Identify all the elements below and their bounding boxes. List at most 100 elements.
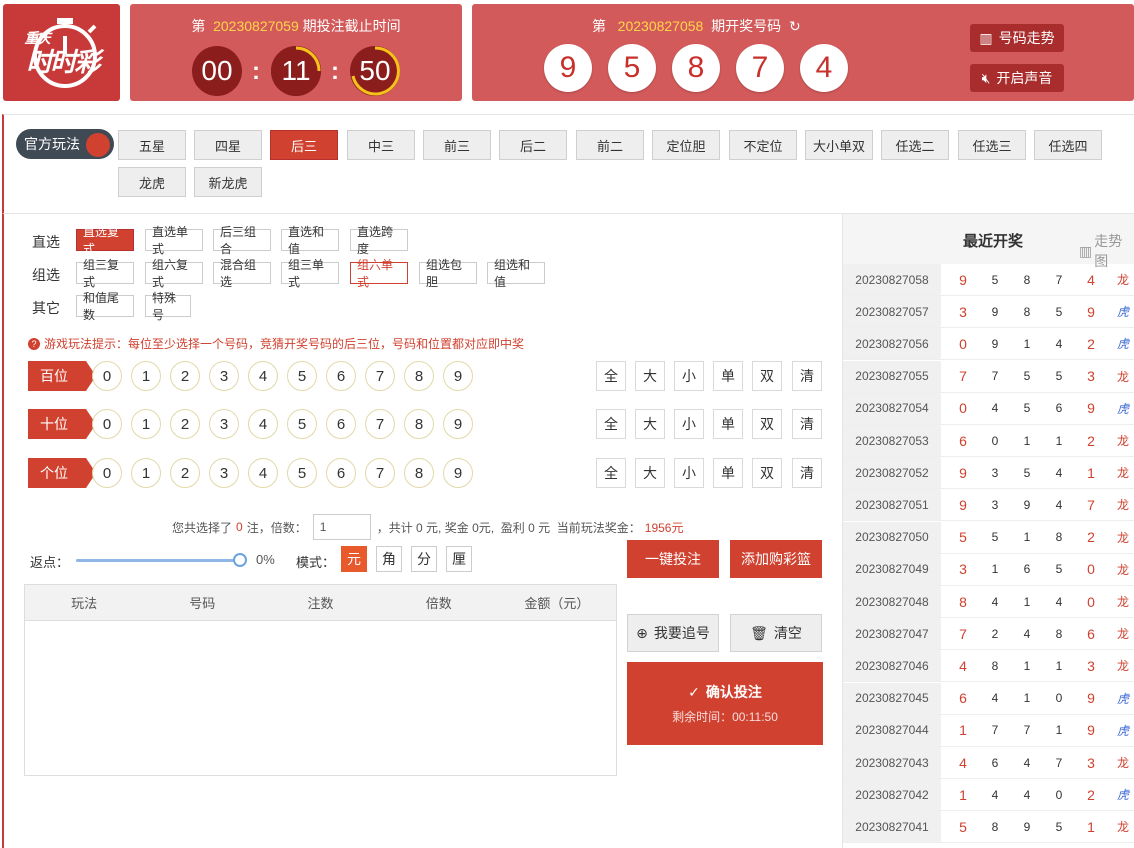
mode-button[interactable]: 角 [376, 546, 402, 572]
play-tab[interactable]: 后三 [270, 130, 338, 160]
subtype-tab[interactable]: 和值尾数 [76, 291, 134, 322]
play-tab[interactable]: 后二 [499, 130, 567, 160]
digit-ball[interactable]: 9 [443, 409, 473, 439]
rebate-slider-track[interactable] [76, 559, 242, 562]
digit-ball[interactable]: 5 [287, 361, 317, 391]
quick-select-button[interactable]: 双 [752, 361, 782, 391]
digit-ball[interactable]: 9 [443, 361, 473, 391]
digit-ball[interactable]: 7 [365, 458, 395, 488]
play-tab[interactable]: 定位胆 [652, 130, 720, 160]
digit-ball[interactable]: 2 [170, 361, 200, 391]
play-tab[interactable]: 前二 [576, 130, 644, 160]
digit-ball[interactable]: 2 [170, 409, 200, 439]
digit-ball[interactable]: 7 [365, 361, 395, 391]
digit-ball[interactable]: 8 [404, 458, 434, 488]
rebate-slider-handle[interactable] [233, 553, 247, 567]
digit-ball[interactable]: 8 [404, 361, 434, 391]
draw-number: 6 [959, 690, 967, 707]
quick-select-button[interactable]: 单 [713, 361, 743, 391]
quick-select-button[interactable]: 单 [713, 458, 743, 488]
digit-ball[interactable]: 2 [170, 458, 200, 488]
subtype-tab[interactable]: 组选包胆 [419, 258, 477, 289]
quick-select-button[interactable]: 小 [674, 458, 704, 488]
digit-ball[interactable]: 8 [404, 409, 434, 439]
clear-button[interactable]: 🗑︎ 清空 [730, 614, 822, 652]
subtype-tab[interactable]: 组选和值 [487, 258, 545, 289]
digit-ball[interactable]: 0 [92, 409, 122, 439]
multiplier-input[interactable]: 1 [312, 514, 371, 540]
refresh-icon[interactable]: ↻ [789, 18, 801, 34]
digit-ball[interactable]: 9 [443, 458, 473, 488]
quick-select-button[interactable]: 清 [792, 458, 822, 488]
subtype-tab[interactable]: 组三复式 [76, 258, 134, 289]
check-circle-icon: ✓ [688, 683, 700, 700]
play-tab[interactable]: 新龙虎 [194, 167, 262, 197]
quick-select-button[interactable]: 全 [596, 458, 626, 488]
confirm-bet-button[interactable]: ✓ 确认投注 剩余时间：00:11:50 [627, 662, 823, 745]
quick-select-button[interactable]: 大 [635, 361, 665, 391]
logo[interactable]: 重庆 时时彩 [3, 4, 120, 101]
digit-ball[interactable]: 0 [92, 458, 122, 488]
digit-ball[interactable]: 4 [248, 458, 278, 488]
subtype-tab[interactable]: 组三单式 [281, 258, 339, 289]
digit-ball[interactable]: 7 [365, 409, 395, 439]
add-to-cart-button[interactable]: 添加购彩篮 [730, 540, 822, 578]
subtype-tab[interactable]: 特殊号 [145, 291, 191, 322]
play-tab[interactable]: 任选四 [1034, 130, 1102, 160]
digit-ball[interactable]: 6 [326, 361, 356, 391]
play-tab[interactable]: 大小单双 [805, 130, 873, 160]
play-tab[interactable]: 不定位 [729, 130, 797, 160]
quick-select-button[interactable]: 清 [792, 409, 822, 439]
chase-number-button[interactable]: ⊕ 我要追号 [627, 614, 719, 652]
digit-ball[interactable]: 3 [209, 361, 239, 391]
quick-select-button[interactable]: 小 [674, 409, 704, 439]
digit-ball[interactable]: 0 [92, 361, 122, 391]
digit-ball[interactable]: 3 [209, 458, 239, 488]
quick-select-button[interactable]: 全 [596, 409, 626, 439]
subtype-tab[interactable]: 直选单式 [145, 225, 203, 256]
quick-select-button[interactable]: 大 [635, 409, 665, 439]
digit-ball[interactable]: 6 [326, 409, 356, 439]
digit-ball[interactable]: 4 [248, 409, 278, 439]
subtype-tab[interactable]: 直选和值 [281, 225, 339, 256]
play-tab[interactable]: 龙虎 [118, 167, 186, 197]
play-tab[interactable]: 前三 [423, 130, 491, 160]
one-click-bet-button[interactable]: 一键投注 [627, 540, 719, 578]
digit-ball[interactable]: 1 [131, 361, 161, 391]
subtype-tab[interactable]: 后三组合 [213, 225, 271, 256]
subtype-tab[interactable]: 混合组选 [213, 258, 271, 289]
sound-button[interactable]: 🔇︎ 开启声音 [970, 64, 1064, 92]
digit-ball[interactable]: 1 [131, 409, 161, 439]
subtype-tab[interactable]: 组六单式 [350, 258, 408, 289]
digit-ball[interactable]: 5 [287, 458, 317, 488]
quick-select-button[interactable]: 清 [792, 361, 822, 391]
quick-select-button[interactable]: 全 [596, 361, 626, 391]
digit-ball[interactable]: 6 [326, 458, 356, 488]
play-tab[interactable]: 五星 [118, 130, 186, 160]
digit-ball[interactable]: 5 [287, 409, 317, 439]
mode-button[interactable]: 厘 [446, 546, 472, 572]
draw-number: 0 [1087, 561, 1095, 578]
quick-select-button[interactable]: 大 [635, 458, 665, 488]
quick-select-button[interactable]: 双 [752, 409, 782, 439]
bar-chart-icon: ▥ [979, 29, 993, 46]
quick-select-button[interactable]: 小 [674, 361, 704, 391]
official-play-toggle[interactable]: 官方玩法 [16, 129, 114, 159]
digit-ball[interactable]: 4 [248, 361, 278, 391]
quick-select-button[interactable]: 双 [752, 458, 782, 488]
quick-select-button[interactable]: 单 [713, 409, 743, 439]
play-tab[interactable]: 中三 [347, 130, 415, 160]
mode-button[interactable]: 分 [411, 546, 437, 572]
play-tab[interactable]: 四星 [194, 130, 262, 160]
mode-button[interactable]: 元 [341, 546, 367, 572]
play-tab[interactable]: 任选三 [958, 130, 1026, 160]
subtype-tab[interactable]: 直选跨度 [350, 225, 408, 256]
trend-button[interactable]: ▥ 号码走势 [970, 24, 1064, 52]
subtype-tab[interactable]: 组六复式 [145, 258, 203, 289]
digit-ball[interactable]: 3 [209, 409, 239, 439]
digit-ball[interactable]: 1 [131, 458, 161, 488]
draw-number: 6 [991, 755, 999, 770]
play-tab[interactable]: 任选二 [881, 130, 949, 160]
subtype-tab[interactable]: 直选复式 [76, 225, 134, 256]
draw-number: 9 [991, 304, 999, 319]
